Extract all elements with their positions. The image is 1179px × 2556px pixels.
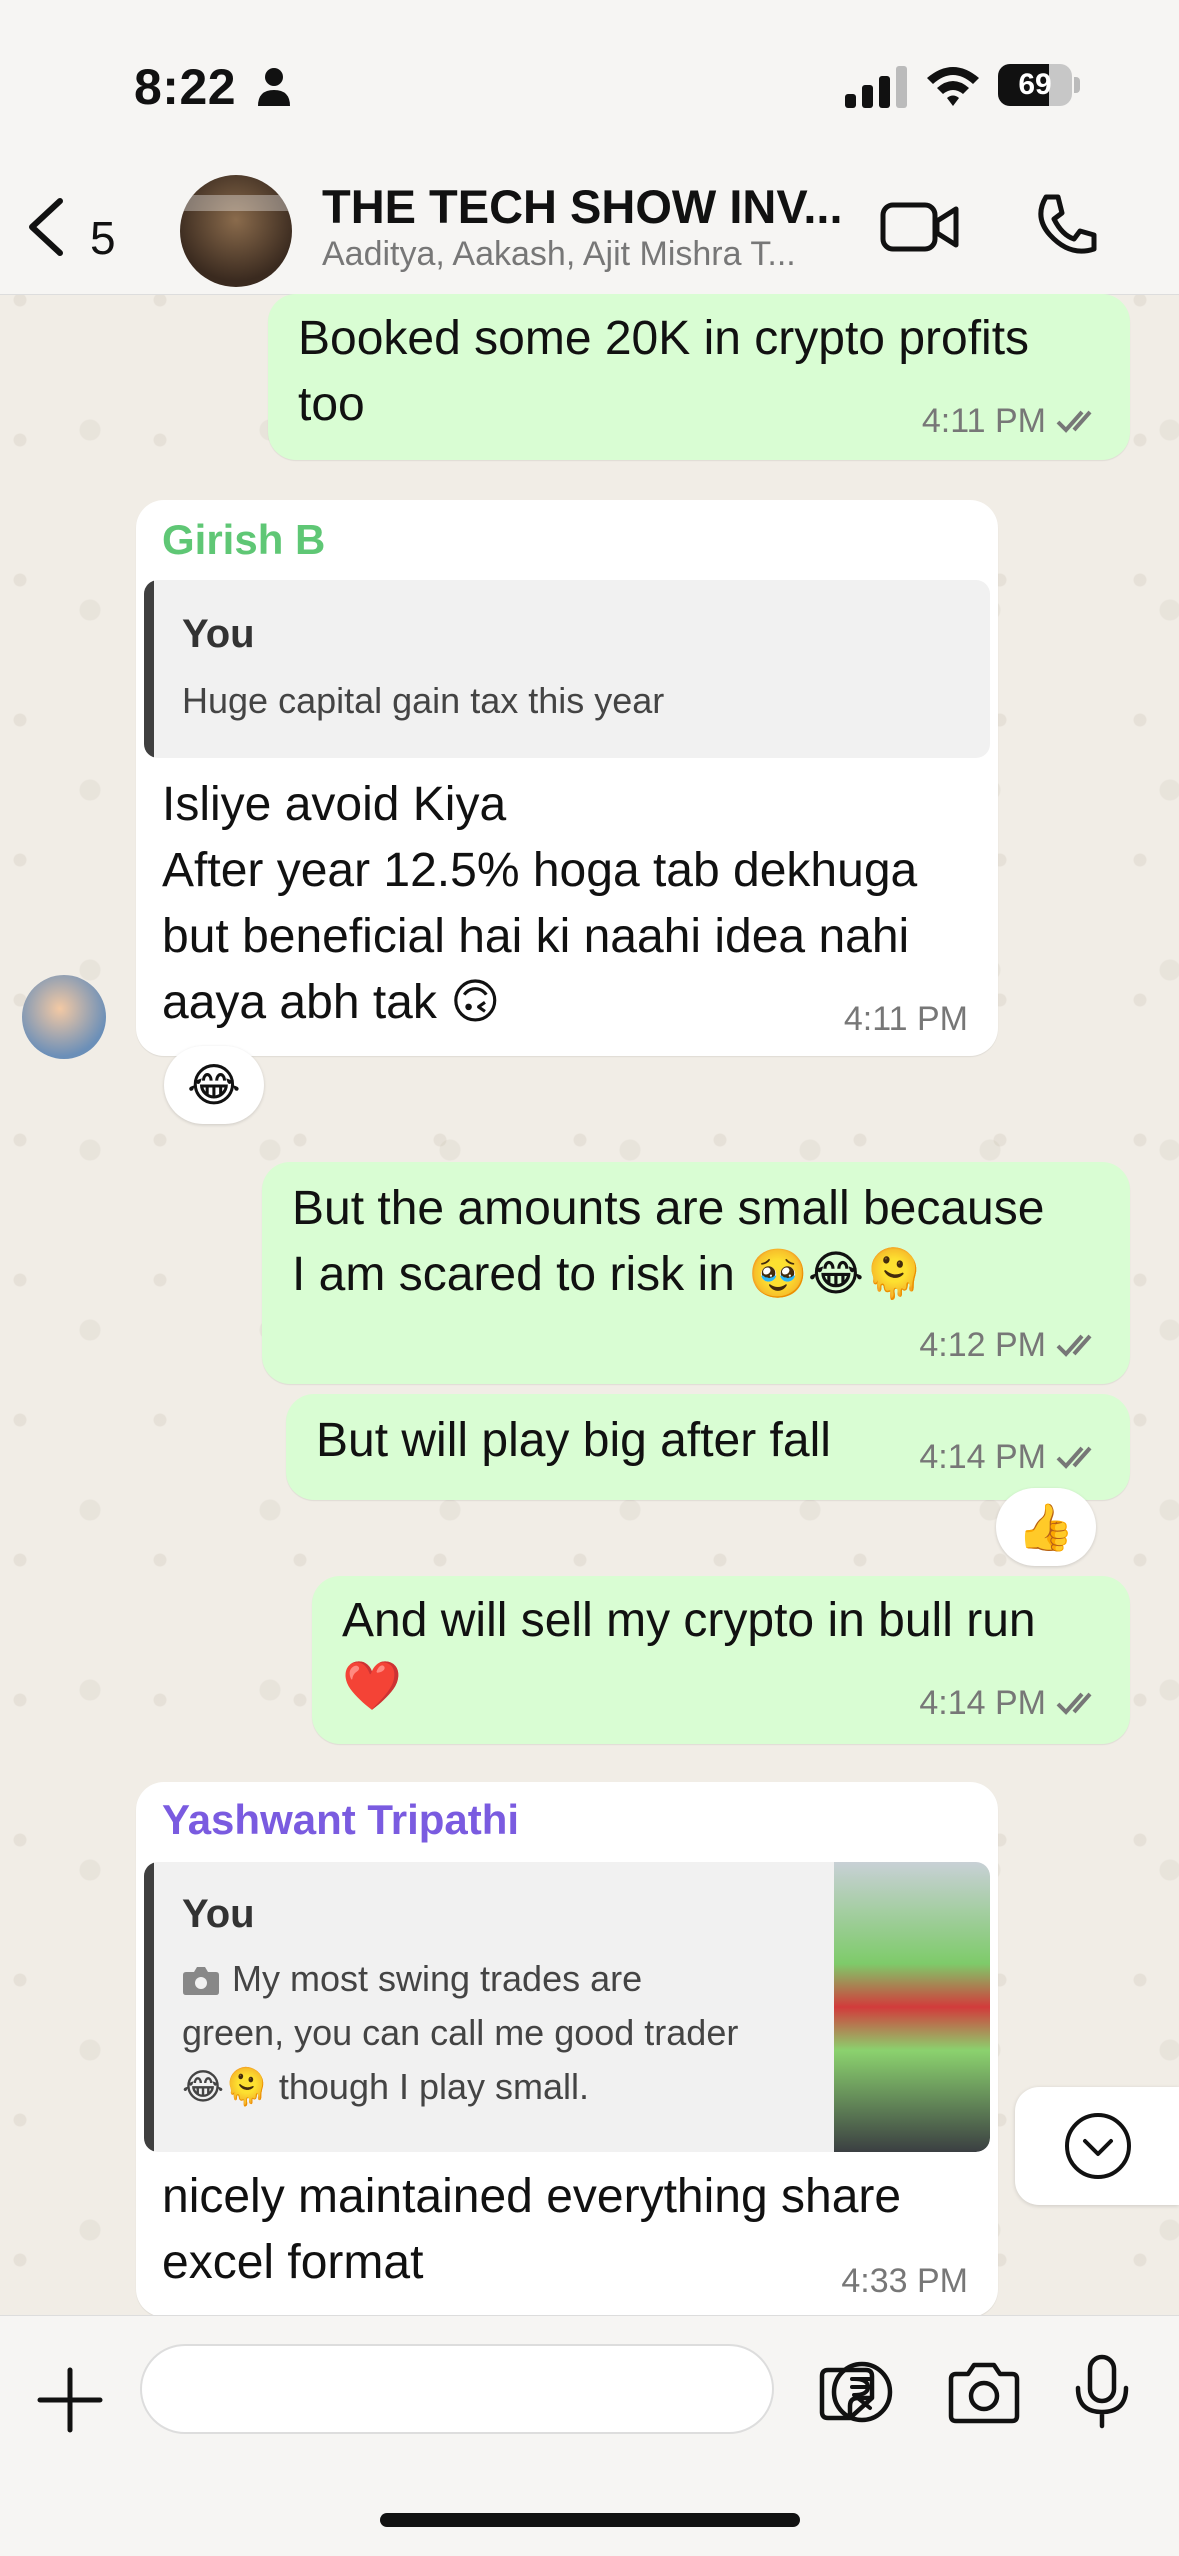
cellular-signal-icon (845, 66, 907, 108)
message-bubble-outgoing[interactable]: And will sell my crypto in bull run ❤️ 4… (312, 1576, 1130, 1744)
wifi-icon (927, 67, 979, 106)
battery-indicator: 69 (998, 64, 1080, 106)
sender-name[interactable]: Girish B (162, 516, 325, 564)
message-input[interactable] (170, 2356, 650, 2422)
quote-author: You (182, 612, 255, 656)
quoted-message[interactable]: You Huge capital gain tax this year (144, 580, 990, 758)
message-reaction[interactable]: 😂 (164, 1046, 264, 1124)
quote-text: Huge capital gain tax this year (182, 680, 665, 721)
group-name[interactable]: THE TECH SHOW INV... (322, 179, 843, 234)
message-meta: 4:12 PM (919, 1326, 1102, 1365)
battery-level: 69 (1018, 68, 1052, 101)
video-call-icon[interactable] (880, 195, 960, 259)
quote-author: You (182, 1892, 255, 1936)
message-time: 4:11 PM (843, 1000, 968, 1038)
sender-avatar[interactable] (22, 975, 106, 1059)
message-time: 4:33 PM (841, 2262, 968, 2300)
unread-count: 5 (90, 212, 116, 264)
status-bar: 8:22 69 (0, 0, 1179, 165)
message-meta: 4:14 PM (919, 1438, 1102, 1477)
read-receipt-icon (1056, 1446, 1092, 1469)
message-text: nicely maintained everything share excel… (162, 2170, 902, 2289)
message-bubble-outgoing[interactable]: Booked some 20K in crypto profits too 4:… (268, 294, 1130, 460)
read-receipt-icon (1056, 410, 1092, 433)
message-text: Booked some 20K in crypto profits too (298, 312, 1030, 431)
message-input-field[interactable] (140, 2344, 875, 2434)
message-bubble-outgoing[interactable]: But will play big after fall 4:14 PM (286, 1394, 1130, 1500)
message-text: But will play big after fall (316, 1414, 831, 1467)
message-text: But the amounts are small because I am s… (292, 1182, 1045, 1301)
camera-icon[interactable] (948, 2360, 1020, 2424)
back-button[interactable]: 5 (20, 187, 130, 267)
message-meta: 4:11 PM (922, 402, 1102, 441)
message-meta: 4:14 PM (919, 1684, 1102, 1723)
message-bubble-outgoing[interactable]: But the amounts are small because I am s… (262, 1162, 1130, 1384)
message-time: 4:12 PM (919, 1326, 1046, 1364)
chevron-down-icon (1065, 2113, 1131, 2179)
message-composer (0, 2315, 1179, 2556)
message-time: 4:14 PM (919, 1684, 1046, 1722)
rupee-icon[interactable] (830, 2360, 894, 2424)
message-text: Isliye avoid Kiya After year 12.5% hoga … (162, 778, 918, 1029)
group-members[interactable]: Aaditya, Aakash, Ajit Mishra T... (322, 235, 796, 274)
message-time: 4:11 PM (921, 402, 1046, 440)
read-receipt-icon (1056, 1692, 1092, 1715)
message-bubble-incoming[interactable]: Girish B You Huge capital gain tax this … (136, 500, 998, 1056)
read-receipt-icon (1056, 1334, 1092, 1357)
person-icon (258, 68, 290, 106)
scroll-to-bottom-button[interactable] (1015, 2087, 1179, 2205)
sender-name[interactable]: Yashwant Tripathi (162, 1796, 519, 1844)
message-reaction[interactable]: 👍 (996, 1488, 1096, 1566)
chat-header: 5 THE TECH SHOW INV... Aaditya, Aakash, … (0, 165, 1179, 295)
status-time: 8:22 (134, 59, 237, 115)
home-indicator[interactable] (380, 2513, 800, 2527)
group-avatar[interactable] (180, 175, 292, 287)
message-time: 4:14 PM (919, 1438, 1046, 1476)
phone-icon[interactable] (1030, 191, 1100, 261)
microphone-icon[interactable] (1072, 2354, 1132, 2430)
quoted-message[interactable]: You My most swing trades are green, you … (144, 1862, 990, 2152)
quote-text: My most swing trades are green, you can … (182, 1958, 739, 2107)
photo-thumbnail[interactable] (834, 1862, 990, 2152)
chevron-left-icon (29, 198, 63, 256)
message-bubble-incoming[interactable]: Yashwant Tripathi You My most swing trad… (136, 1782, 998, 2317)
plus-icon[interactable] (30, 2360, 110, 2440)
